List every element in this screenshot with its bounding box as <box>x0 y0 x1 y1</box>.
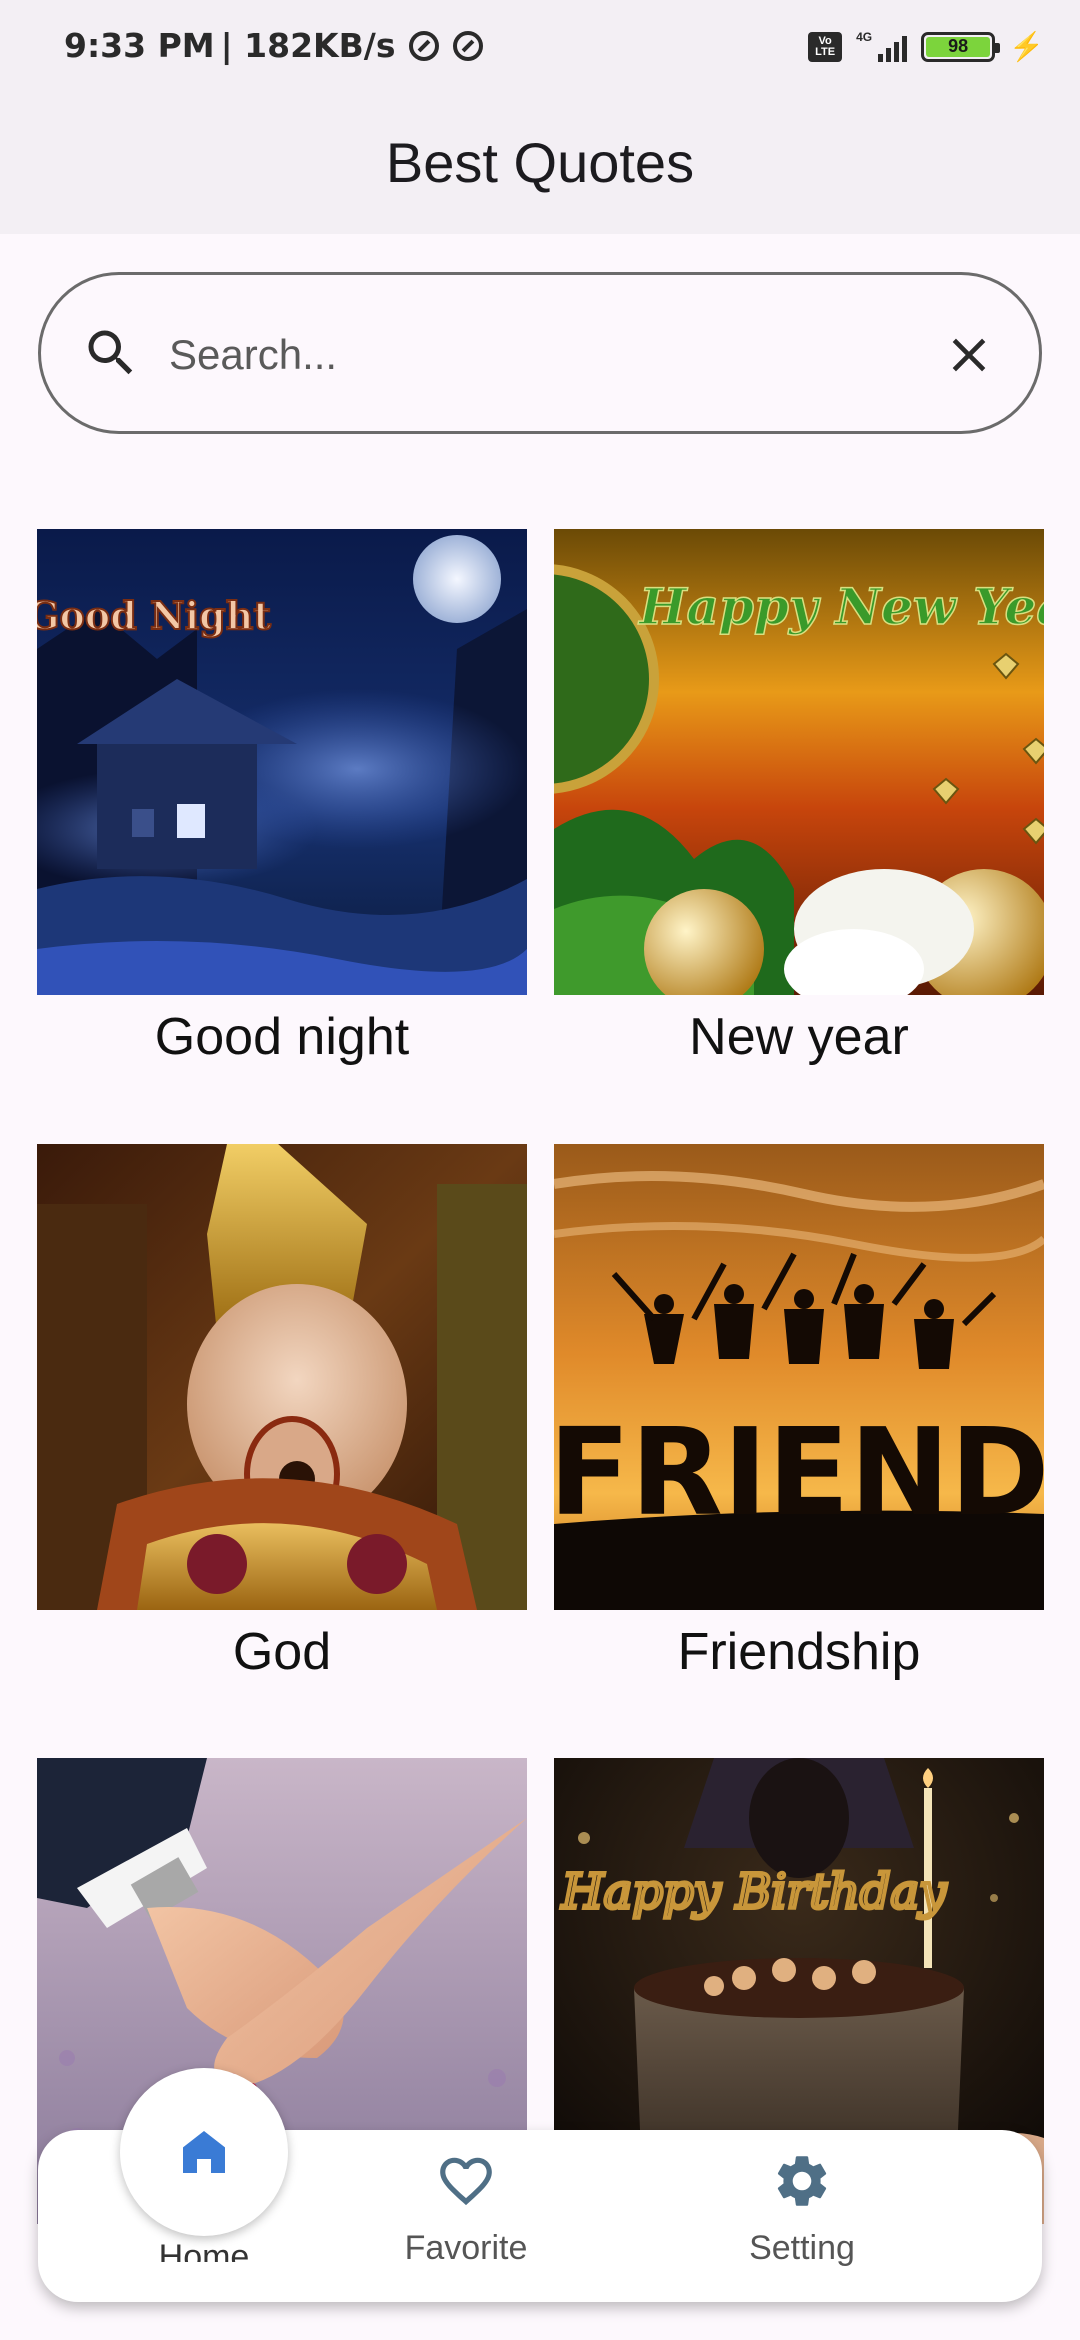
good-night-image-text: Good Night <box>37 593 271 638</box>
friendship-image: FRIEND <box>554 1144 1044 1610</box>
page-title: Best Quotes <box>385 130 695 194</box>
status-net-speed: | 182KB/s <box>220 26 396 65</box>
nav-setting[interactable]: Setting <box>692 2150 912 2268</box>
good-night-image: Good Night <box>37 529 527 995</box>
close-icon[interactable] <box>941 327 997 383</box>
category-label: New year <box>689 1008 909 1066</box>
search-icon <box>88 330 133 375</box>
nav-favorite-label: Favorite <box>404 2229 528 2267</box>
new-year-image-text: Happy New Yea <box>637 577 1044 636</box>
category-card-god[interactable]: God <box>37 1144 527 1682</box>
volte-icon: Vo LTE <box>808 31 843 62</box>
god-image <box>37 1144 527 1610</box>
signal-icon: 4G <box>856 29 908 62</box>
charging-icon: ⚡ <box>1009 31 1044 62</box>
sync-icon <box>453 30 484 61</box>
network-type: 4G <box>856 29 873 44</box>
nav-home-label: Home <box>158 2238 250 2262</box>
status-time: 9:33 PM <box>64 26 215 65</box>
category-label: God <box>232 1623 332 1681</box>
new-year-image: Happy New Yea <box>554 529 1044 995</box>
data-saver-icon <box>409 30 440 61</box>
gear-icon <box>777 2156 827 2206</box>
battery-icon: 98 <box>921 31 1001 62</box>
battery-level: 98 <box>926 36 991 57</box>
search-bar[interactable] <box>38 272 1042 434</box>
search-input[interactable] <box>169 315 929 395</box>
nav-home[interactable] <box>120 2068 288 2236</box>
nav-setting-label: Setting <box>749 2229 855 2267</box>
category-label: Friendship <box>677 1623 921 1681</box>
status-right: Vo LTE 4G 98 ⚡ <box>808 30 1044 63</box>
heart-icon <box>440 2157 492 2206</box>
birthday-image-text: Happy Birthday <box>561 1864 947 1920</box>
category-label: Good night <box>154 1008 410 1066</box>
home-icon <box>183 2131 225 2173</box>
nav-favorite[interactable]: Favorite <box>356 2150 576 2268</box>
status-bar: 9:33 PM | 182KB/s Vo LTE 4G 98 ⚡ <box>0 0 1080 90</box>
status-left: 9:33 PM | 182KB/s <box>64 26 484 65</box>
friendship-image-text: FRIEND <box>554 1404 1044 1543</box>
category-card-good-night[interactable]: Good Night Good night <box>37 529 527 1067</box>
app-bar: Best Quotes <box>0 90 1080 234</box>
category-card-friendship[interactable]: FRIEND Friendship <box>554 1144 1044 1682</box>
category-card-new-year[interactable]: Happy New Yea New year <box>554 529 1044 1067</box>
